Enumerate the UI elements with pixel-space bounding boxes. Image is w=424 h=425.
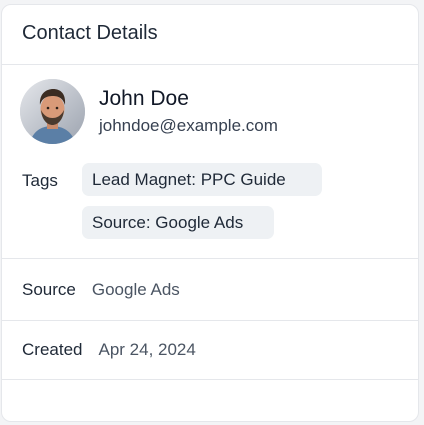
contact-name: John Doe	[99, 87, 189, 110]
source-value: Google Ads	[91, 279, 180, 299]
tag-chip[interactable]: Source: Google Ads	[82, 206, 274, 239]
contact-section: John Doe johndoe@example.com Tags Lead M…	[2, 65, 418, 259]
card-header: Contact Details	[2, 5, 418, 65]
tags-label: Tags	[22, 171, 58, 190]
source-row: Source Google Ads	[2, 259, 418, 321]
created-row: Created Apr 24, 2024	[2, 321, 418, 380]
created-value: Apr 24, 2024	[98, 340, 196, 359]
source-label: Source	[22, 279, 76, 299]
tag-chip[interactable]: Lead Magnet: PPC Guide	[82, 163, 322, 196]
created-label: Created	[22, 340, 83, 359]
contact-details-card: Contact Details John Doe johndoe@example…	[1, 4, 419, 422]
avatar-photo-icon	[20, 79, 85, 144]
card-title: Contact Details	[22, 22, 158, 44]
contact-email: johndoe@example.com	[99, 116, 278, 135]
avatar	[20, 79, 85, 144]
